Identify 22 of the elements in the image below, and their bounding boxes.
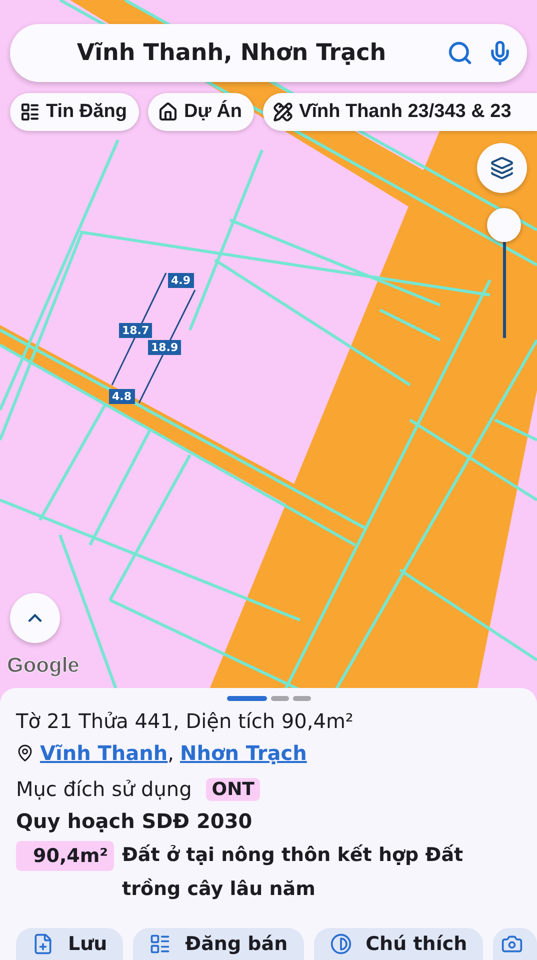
location-link[interactable]: Vĩnh Thanh bbox=[40, 741, 168, 765]
filter-chip[interactable]: Vĩnh Thanh 23/343 & 23 bbox=[263, 93, 537, 131]
location-link[interactable]: Nhơn Trạch bbox=[180, 741, 307, 765]
separator-text: , bbox=[168, 741, 174, 765]
land-use-description: Đất ở tại nông thôn kết hợp Đất trồng cây lâu năm bbox=[122, 843, 464, 902]
filter-chip[interactable]: Dự Án bbox=[148, 93, 254, 131]
action-button[interactable]: Đăng bán bbox=[133, 928, 304, 960]
action-button[interactable]: Lưu bbox=[16, 928, 124, 960]
search-field[interactable]: Vĩnh Thanh, Nhơn Trạch bbox=[10, 24, 527, 82]
measurement-label: 18.7 bbox=[119, 323, 152, 338]
measurement-label: 4.8 bbox=[109, 389, 134, 404]
plan-heading: Quy hoạch SDĐ 2030 bbox=[16, 808, 254, 835]
purpose-label: Mục đích sử dụng bbox=[16, 777, 192, 801]
land-code-tag: ONT bbox=[206, 778, 260, 800]
parcel-title: Tờ 21 Thửa 441, Diện tích 90,4m² bbox=[16, 708, 354, 735]
measurement-label: 4.9 bbox=[168, 273, 194, 288]
measurement-label: 18.9 bbox=[148, 340, 182, 355]
action-button[interactable]: Chú thích bbox=[314, 928, 484, 960]
area-tag: 90,4m² bbox=[16, 841, 114, 871]
filter-chip[interactable]: Tin Đăng bbox=[10, 93, 139, 131]
search-text: Vĩnh Thanh, Nhơn Trạch bbox=[76, 40, 388, 66]
google-logo: Google bbox=[7, 654, 80, 678]
